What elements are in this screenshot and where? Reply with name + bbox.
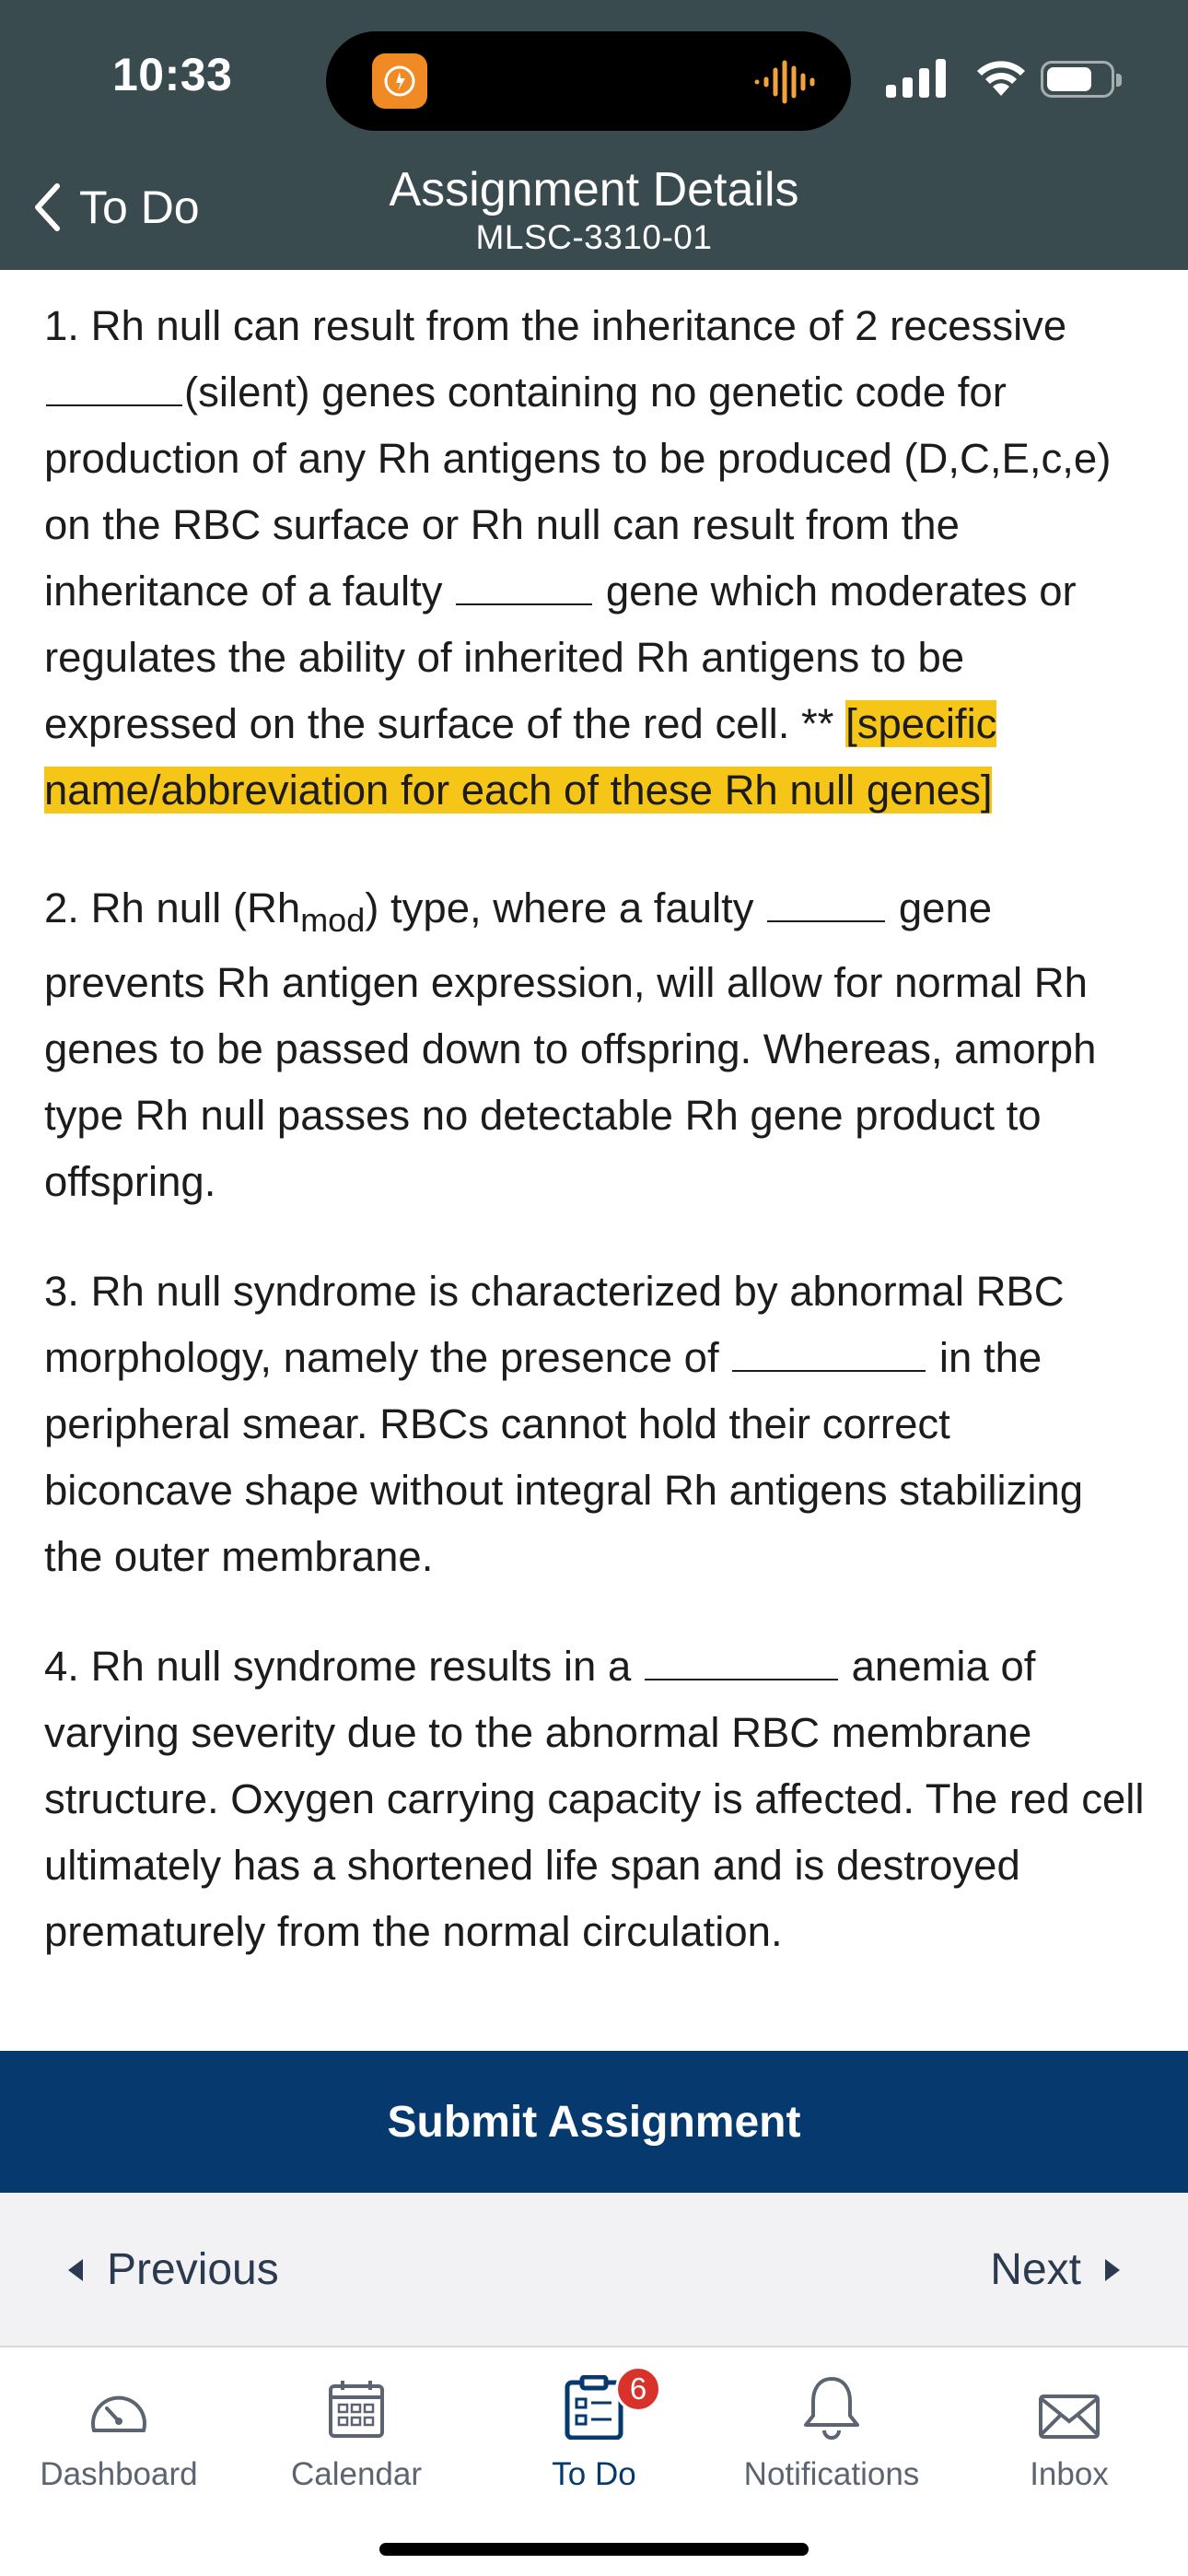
tab-bar: Dashboard Calendar 6 To Do Notifications… xyxy=(0,2348,1188,2576)
todo-count-badge: 6 xyxy=(615,2366,661,2412)
submit-assignment-button[interactable]: Submit Assignment xyxy=(0,2051,1188,2193)
previous-label: Previous xyxy=(107,2245,279,2294)
question-4-text-a: 4. Rh null syndrome results in a xyxy=(44,1643,643,1690)
triangle-left-icon xyxy=(68,2258,83,2281)
tab-todo-label: To Do xyxy=(552,2456,636,2492)
next-button[interactable]: Next xyxy=(990,2244,1122,2295)
question-2-text-c: gene xyxy=(887,884,993,931)
answer-blank xyxy=(732,1335,926,1372)
question-2-text-d: prevents Rh antigen expression, will all… xyxy=(44,959,1097,1205)
tab-dashboard[interactable]: Dashboard xyxy=(0,2366,238,2493)
tab-calendar[interactable]: Calendar xyxy=(238,2366,475,2493)
answer-blank xyxy=(767,885,886,922)
question-4: 4. Rh null syndrome results in a anemia … xyxy=(44,1633,1149,1965)
tab-inbox-label: Inbox xyxy=(1030,2456,1109,2492)
tab-inbox[interactable]: Inbox xyxy=(950,2366,1188,2493)
app-activity-icon[interactable] xyxy=(372,53,427,109)
question-1: 1. Rh null can result from the inheritan… xyxy=(44,293,1149,824)
previous-button[interactable]: Previous xyxy=(66,2244,279,2295)
answer-blank xyxy=(46,369,182,406)
home-indicator[interactable] xyxy=(379,2543,809,2556)
dynamic-island xyxy=(326,31,851,131)
pager: Previous Next xyxy=(0,2193,1188,2348)
triangle-right-icon xyxy=(1105,2258,1120,2281)
tab-dashboard-label: Dashboard xyxy=(40,2456,198,2492)
top-header: 10:33 To Do Assignment Details MLSC-3310… xyxy=(0,0,1188,270)
calendar-icon xyxy=(329,2381,384,2438)
status-time: 10:33 xyxy=(112,49,233,100)
question-1-text-a: 1. Rh null can result from the inheritan… xyxy=(44,302,1067,349)
tab-todo[interactable]: 6 To Do xyxy=(475,2366,713,2493)
subscript-mod: mod xyxy=(300,901,366,939)
tab-notifications-label: Notifications xyxy=(743,2456,920,2492)
submit-label: Submit Assignment xyxy=(387,2097,801,2147)
course-code: MLSC-3310-01 xyxy=(475,218,713,256)
question-2: 2. Rh null (Rhmod) type, where a faulty … xyxy=(44,867,1149,1215)
answer-blank xyxy=(456,568,593,605)
question-2-text-b: ) type, where a faulty xyxy=(365,884,766,931)
audio-waveform-icon xyxy=(753,59,820,110)
question-3: 3. Rh null syndrome is characterized by … xyxy=(44,1259,1149,1590)
wifi-icon xyxy=(974,55,1028,102)
bell-icon xyxy=(804,2377,859,2440)
signal-icon xyxy=(886,59,947,102)
next-label: Next xyxy=(990,2245,1081,2294)
envelope-icon xyxy=(1039,2395,1100,2439)
tab-notifications[interactable]: Notifications xyxy=(713,2366,950,2493)
page-title: Assignment Details xyxy=(389,163,799,217)
dashboard-icon xyxy=(91,2395,146,2432)
tab-calendar-label: Calendar xyxy=(290,2456,423,2492)
answer-blank xyxy=(644,1644,838,1680)
question-2-text-a: 2. Rh null (Rh xyxy=(44,884,301,931)
battery-icon xyxy=(1041,61,1122,98)
assignment-content: 1. Rh null can result from the inheritan… xyxy=(44,293,1149,2008)
